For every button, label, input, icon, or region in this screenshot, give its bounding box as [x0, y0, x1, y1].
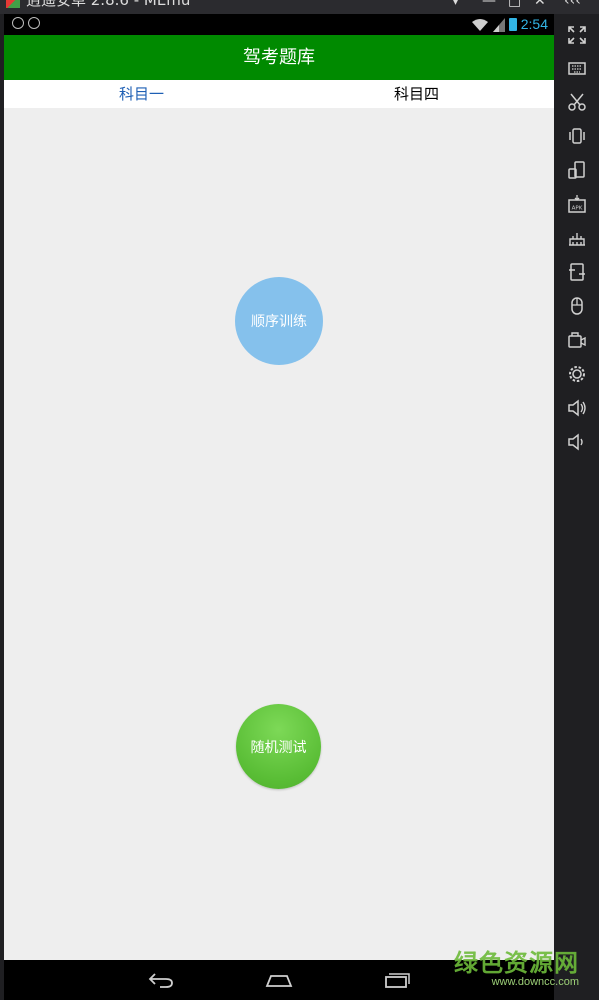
random-test-button[interactable]: 随机测试 [236, 704, 321, 789]
mouse-icon[interactable] [564, 293, 590, 319]
watermark: 绿色资源网 www.downcc.com [454, 950, 579, 988]
emulator-window: 逍遥安卓 2.8.6 - MEmu ▾ — □ ✕ ‹‹‹ 2:54 驾考题库 … [0, 0, 599, 1000]
emulator-titlebar: 逍遥安卓 2.8.6 - MEmu ▾ — □ ✕ ‹‹‹ [0, 0, 599, 14]
emulator-sidebar: APK [556, 14, 599, 1000]
recent-apps-icon[interactable] [373, 966, 421, 994]
volume-down-icon[interactable] [564, 429, 590, 455]
home-icon[interactable] [255, 966, 303, 994]
keyboard-icon[interactable] [564, 55, 590, 81]
status-time: 2:54 [520, 16, 548, 32]
camera-icon[interactable] [564, 327, 590, 353]
fullscreen-icon[interactable] [564, 22, 590, 48]
watermark-url: www.downcc.com [491, 976, 579, 988]
close-icon[interactable]: ✕ [534, 0, 546, 8]
screen-record-icon[interactable] [564, 259, 590, 285]
chevron-down-icon[interactable]: ▾ [452, 0, 459, 8]
shield-icon [28, 17, 40, 29]
volume-up-icon[interactable] [564, 395, 590, 421]
back-icon[interactable] [137, 966, 185, 994]
svg-text:APK: APK [572, 206, 583, 212]
wifi-icon [471, 18, 488, 31]
android-screen: 2:54 驾考题库 科目一 科目四 顺序训练 随机测试 [4, 14, 554, 1000]
status-bar: 2:54 [4, 14, 554, 35]
watermark-main: 绿色资源网 [454, 949, 579, 977]
shake-icon[interactable] [564, 123, 590, 149]
window-title: 逍遥安卓 2.8.6 - MEmu [26, 0, 191, 9]
tab-subject-one[interactable]: 科目一 [4, 80, 279, 108]
order-training-button[interactable]: 顺序训练 [235, 277, 323, 365]
rotate-icon[interactable] [564, 157, 590, 183]
tab-subject-four[interactable]: 科目四 [279, 80, 554, 108]
settings-icon[interactable] [564, 361, 590, 387]
battery-icon [508, 18, 517, 31]
memu-logo-icon [6, 0, 20, 8]
maximize-icon[interactable]: □ [508, 0, 521, 8]
collapse-icon[interactable]: ‹‹‹ [564, 0, 581, 8]
virtual-keys-icon[interactable] [564, 225, 590, 251]
signal-icon [492, 17, 505, 32]
scissors-icon[interactable] [564, 89, 590, 115]
location-icon [12, 17, 24, 29]
subject-tabs: 科目一 科目四 [4, 80, 554, 108]
apk-install-icon[interactable]: APK [564, 191, 590, 217]
app-title: 驾考题库 [4, 35, 554, 80]
minimize-icon[interactable]: — [482, 0, 496, 8]
